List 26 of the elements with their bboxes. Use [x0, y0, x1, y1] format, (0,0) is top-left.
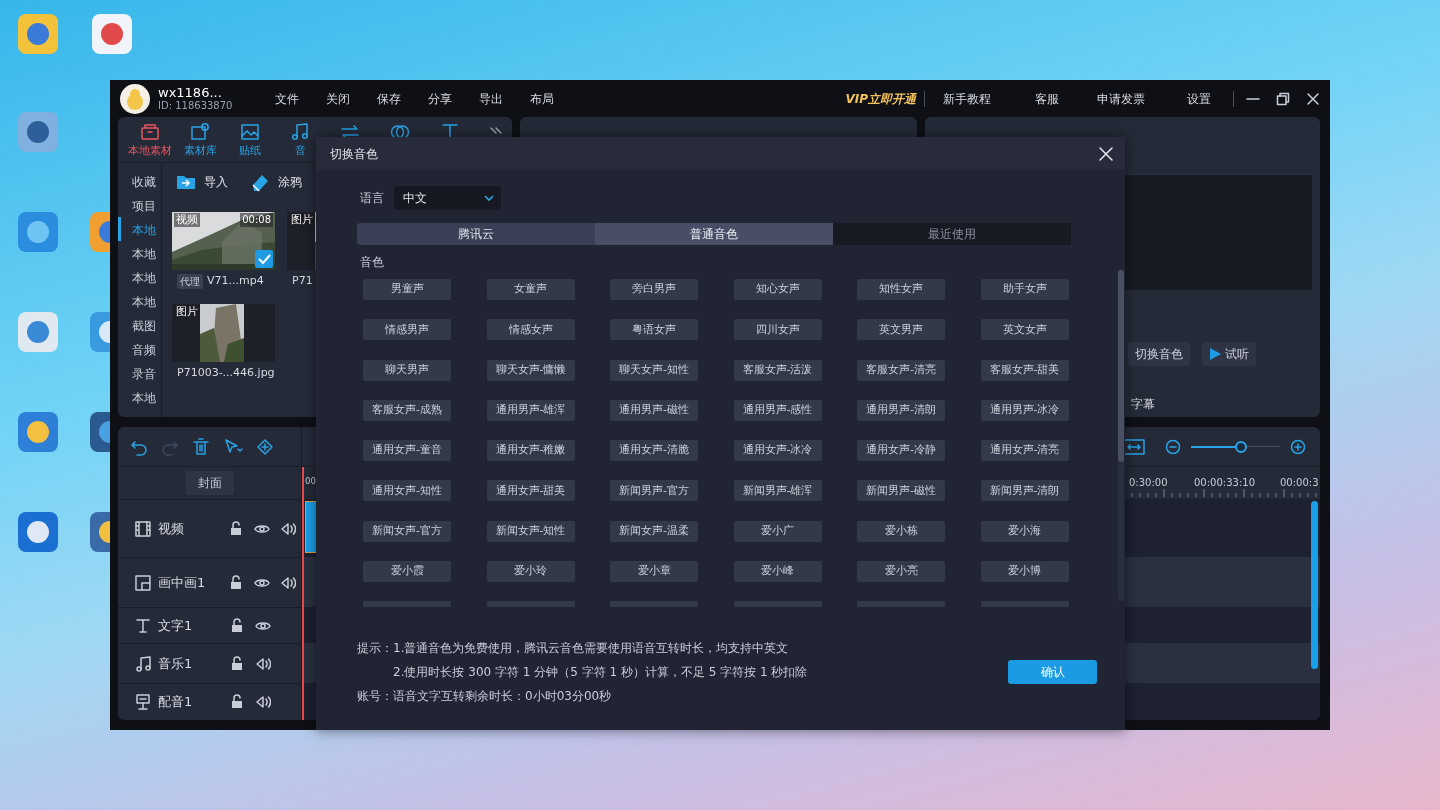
track-label: 视频 — [157, 519, 185, 538]
section-label: 音色 — [360, 255, 385, 269]
track-label: 文字1 — [158, 616, 194, 635]
track-label: 音乐1 — [158, 654, 194, 673]
proxy-badge: 代理 — [177, 273, 203, 289]
hint-text: 1.普通音色为免费使用，腾讯云音色需要使用语音互转时长，均支持中英文 — [393, 640, 790, 657]
user-id: ID: 118633870 — [158, 100, 234, 112]
media-type-label: 图片 — [174, 304, 200, 319]
time-label: 00:00:33:10 — [1194, 476, 1255, 490]
caption-label: 字幕 — [1131, 396, 1156, 413]
account-text: 账号：语音文字互转剩余时长：0小时03分00秒 — [357, 688, 613, 705]
time-label: 00:00:3 — [1280, 476, 1319, 490]
field-label: 语言 — [360, 190, 384, 207]
duration-label: 00:08 — [240, 213, 273, 227]
hint-label: 提示： — [357, 640, 393, 657]
track-label: 画中画1 — [157, 573, 207, 592]
file-name: P71003-...446.jpg — [177, 364, 275, 381]
media-type-label: 视频 — [174, 213, 200, 227]
hint-text: 2.使用时长按 300 字符 1 分钟（5 字符 1 秒）计算，不足 5 字符按 1 秒扣除 — [393, 664, 808, 681]
time-label: 0:30:00 — [1129, 476, 1168, 490]
track-label: 配音1 — [158, 693, 194, 712]
file-name: P71 — [292, 273, 313, 289]
media-type-label: 图片 — [289, 213, 315, 227]
dialog-title: 切换音色 — [330, 145, 378, 163]
user-name: wx1186... — [158, 85, 223, 100]
file-name: V71...mp4 — [207, 273, 264, 289]
